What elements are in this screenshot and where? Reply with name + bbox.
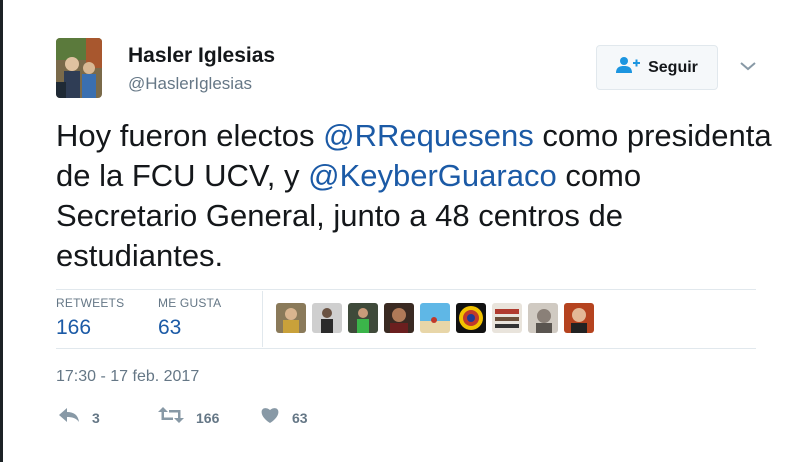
mention-link[interactable]: @RRequesens bbox=[323, 118, 534, 153]
retweets-label: RETWEETS bbox=[56, 296, 125, 310]
tweet-text: Hoy fueron electos @RRequesens como pres… bbox=[56, 116, 776, 276]
follow-button-label: Seguir bbox=[648, 58, 698, 76]
liker-avatar[interactable] bbox=[384, 303, 414, 333]
retweet-icon bbox=[158, 406, 184, 429]
divider bbox=[262, 291, 263, 347]
retweets-count: 166 bbox=[56, 316, 92, 339]
reply-icon bbox=[58, 406, 80, 429]
follow-button[interactable]: Seguir bbox=[596, 45, 718, 90]
likes-count: 63 bbox=[158, 316, 182, 339]
tweet-timestamp[interactable]: 17:30 - 17 feb. 2017 bbox=[56, 368, 199, 386]
retweet-button[interactable]: 166 bbox=[158, 406, 219, 429]
like-button[interactable]: 63 bbox=[260, 406, 308, 429]
liker-avatar[interactable] bbox=[564, 303, 594, 333]
chevron-down-icon[interactable] bbox=[738, 58, 758, 74]
likes-label: ME GUSTA bbox=[158, 296, 222, 310]
heart-icon bbox=[260, 406, 280, 429]
like-count: 63 bbox=[292, 409, 308, 426]
liker-avatar[interactable] bbox=[276, 303, 306, 333]
liker-avatar[interactable] bbox=[312, 303, 342, 333]
display-name[interactable]: Hasler Iglesias bbox=[128, 44, 275, 68]
divider bbox=[56, 348, 756, 349]
add-user-icon bbox=[616, 56, 641, 79]
liker-avatars bbox=[276, 303, 594, 333]
liker-avatar[interactable] bbox=[528, 303, 558, 333]
liker-avatar[interactable] bbox=[492, 303, 522, 333]
window-edge bbox=[0, 0, 3, 462]
reply-button[interactable]: 3 bbox=[58, 406, 100, 429]
likes-stat[interactable]: ME GUSTA 63 bbox=[158, 296, 221, 340]
tweet-text-part: Hoy fueron electos bbox=[56, 118, 324, 153]
liker-avatar[interactable] bbox=[420, 303, 450, 333]
reply-count: 3 bbox=[92, 409, 100, 426]
user-handle[interactable]: @HaslerIglesias bbox=[128, 74, 252, 94]
mention-link[interactable]: @KeyberGuaraco bbox=[308, 158, 557, 193]
divider bbox=[56, 289, 756, 290]
liker-avatar[interactable] bbox=[348, 303, 378, 333]
liker-avatar[interactable] bbox=[456, 303, 486, 333]
retweets-stat[interactable]: RETWEETS 166 bbox=[56, 296, 124, 340]
retweet-count: 166 bbox=[196, 409, 220, 426]
avatar[interactable] bbox=[56, 38, 102, 98]
